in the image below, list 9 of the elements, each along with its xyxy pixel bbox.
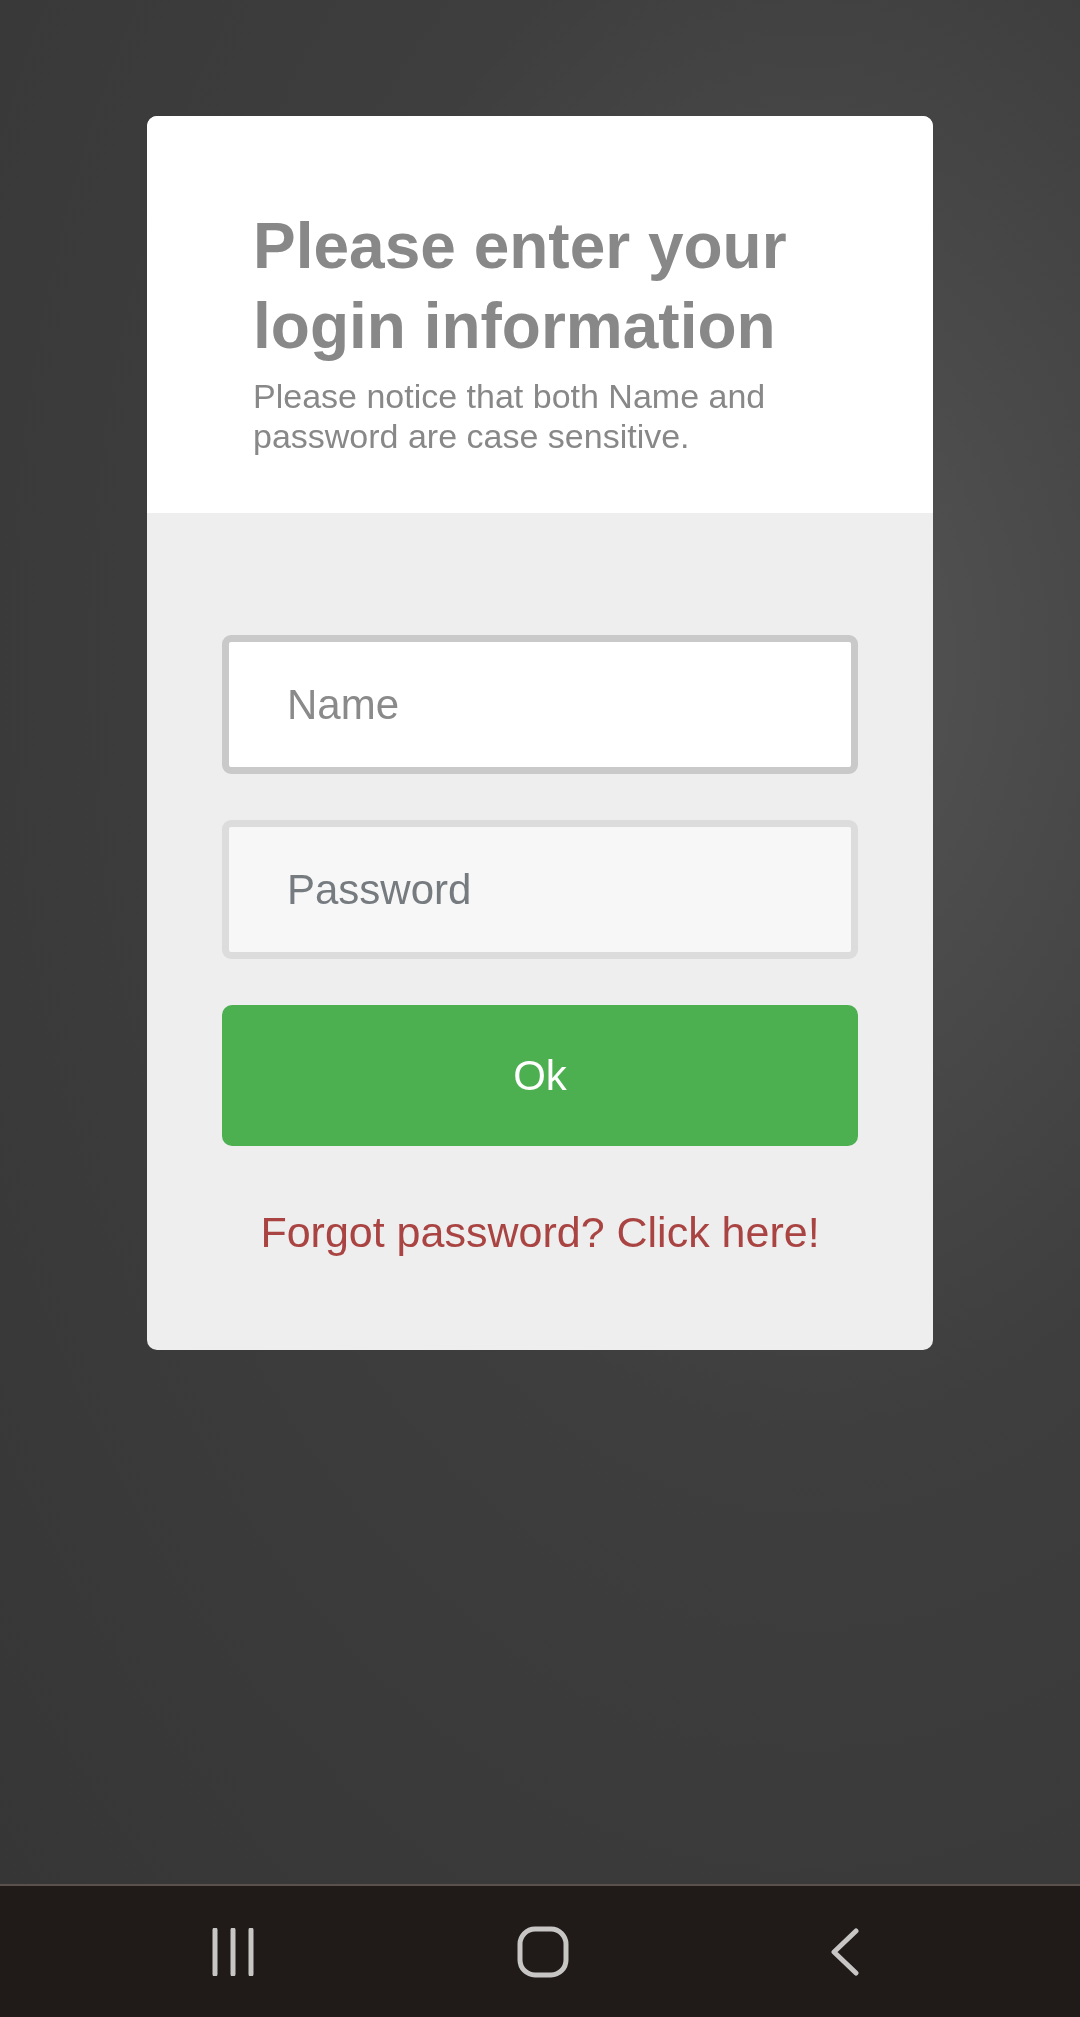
back-icon[interactable] [830, 1927, 860, 1976]
ok-button[interactable]: Ok [222, 1005, 858, 1146]
forgot-password-link[interactable]: Forgot password? Click here! [260, 1204, 820, 1260]
recent-apps-icon[interactable] [211, 1927, 255, 1976]
password-field[interactable]: Password [222, 820, 858, 959]
dialog-subtitle: Please notice that both Name and password are case sensitive. [253, 376, 767, 456]
name-field[interactable]: Name [222, 635, 858, 774]
dialog-title: Please enter your login information [253, 209, 788, 364]
home-icon[interactable] [516, 1925, 569, 1978]
